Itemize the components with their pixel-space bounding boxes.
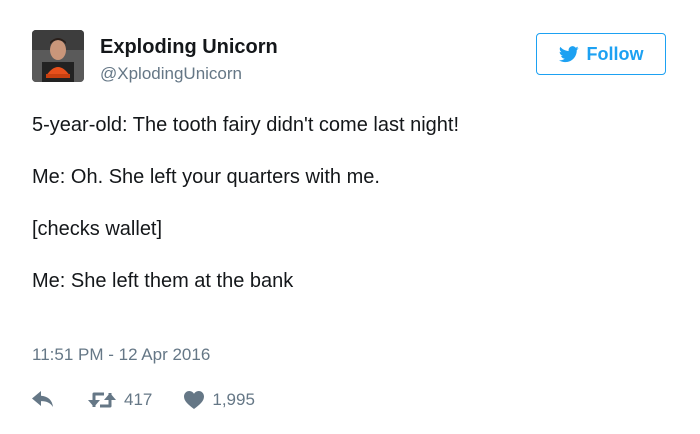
avatar[interactable] bbox=[32, 30, 84, 82]
retweet-button[interactable]: 417 bbox=[88, 390, 152, 410]
tweet-line: 5-year-old: The tooth fairy didn't come … bbox=[32, 114, 460, 136]
reply-button[interactable] bbox=[32, 391, 54, 409]
heart-icon bbox=[184, 391, 205, 409]
tweet-actions: 417 1,995 bbox=[32, 388, 255, 412]
retweet-icon bbox=[88, 391, 116, 409]
author-handle[interactable]: @XplodingUnicorn bbox=[100, 64, 242, 84]
tweet-timestamp[interactable]: 11:51 PM - 12 Apr 2016 bbox=[32, 345, 210, 365]
tweet-card: Exploding Unicorn @XplodingUnicorn Follo… bbox=[0, 0, 700, 434]
like-button[interactable]: 1,995 bbox=[184, 390, 255, 410]
reply-icon bbox=[32, 391, 54, 409]
twitter-bird-icon bbox=[558, 45, 579, 63]
author-name[interactable]: Exploding Unicorn bbox=[100, 36, 278, 59]
tweet-line: Me: Oh. She left your quarters with me. bbox=[32, 166, 380, 188]
tweet-line: Me: She left them at the bank bbox=[32, 270, 294, 292]
follow-button[interactable]: Follow bbox=[536, 33, 666, 75]
like-count: 1,995 bbox=[212, 390, 255, 409]
follow-label: Follow bbox=[586, 43, 644, 64]
retweet-count: 417 bbox=[124, 390, 153, 409]
tweet-text: 5-year-old: The tooth fairy didn't come … bbox=[32, 112, 672, 320]
tweet-line: [checks wallet] bbox=[32, 218, 163, 240]
